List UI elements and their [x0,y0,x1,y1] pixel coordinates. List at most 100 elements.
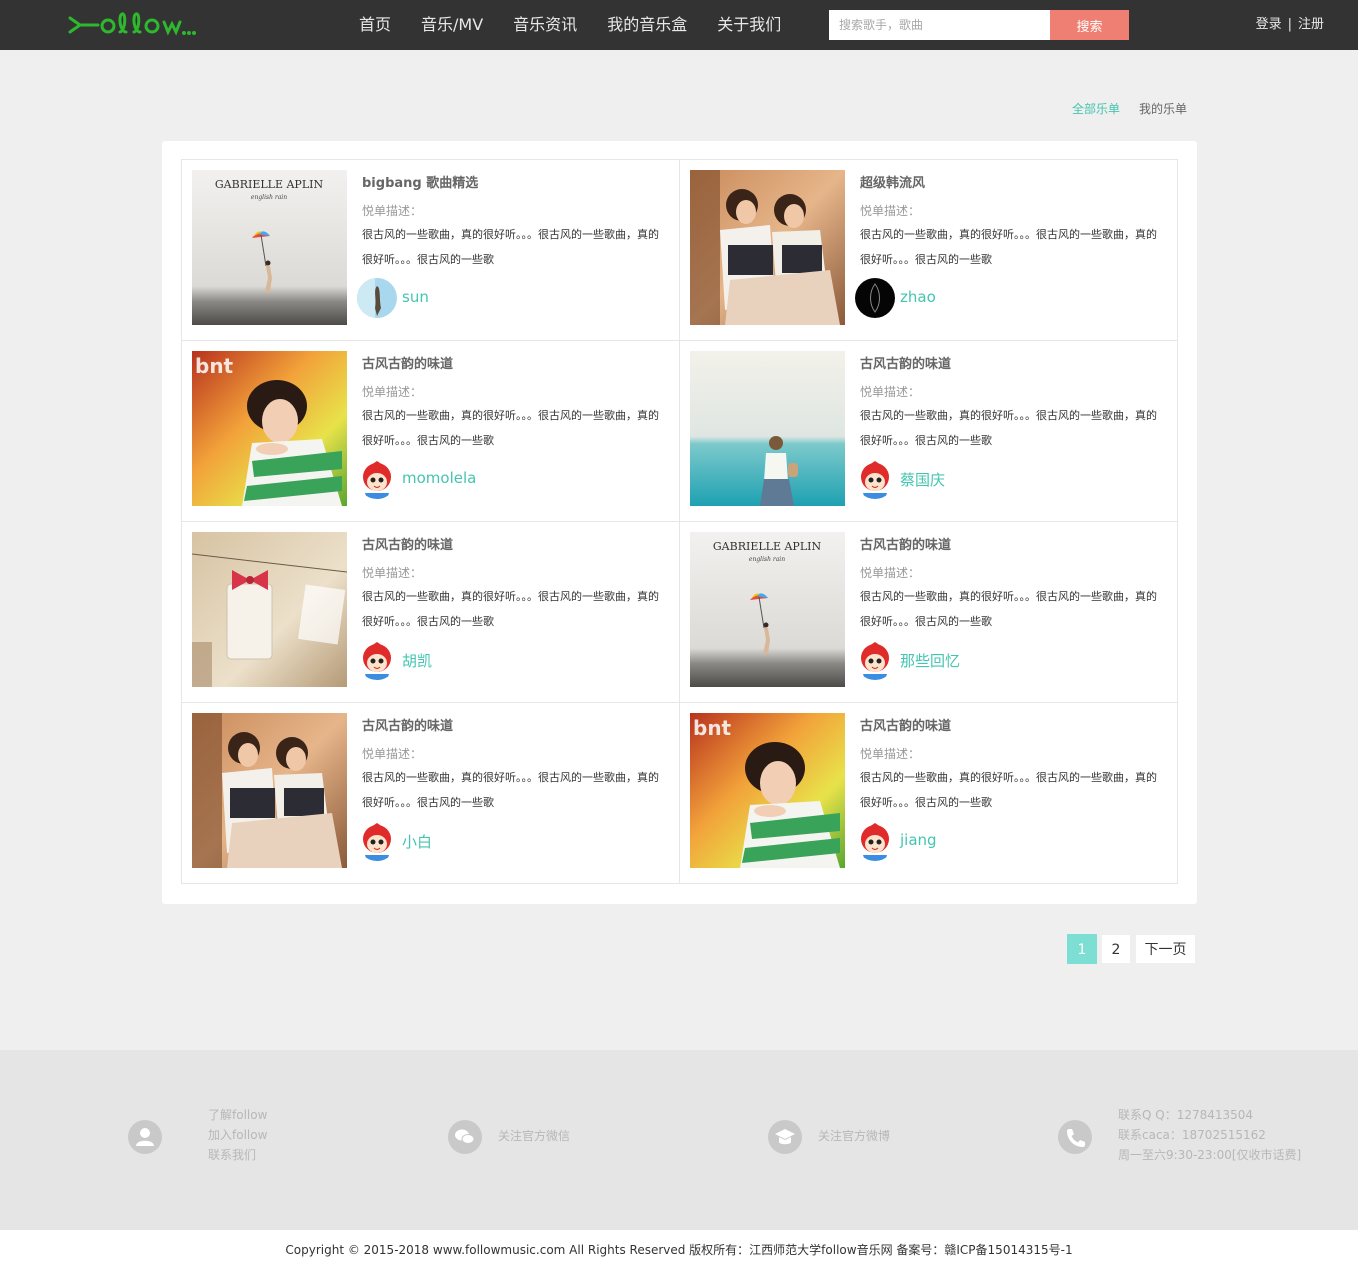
page-1-button[interactable]: 1 [1067,934,1097,964]
playlist-title[interactable]: 古风古韵的味道 [362,534,453,553]
playlist-panel: GABRIELLE APLIN english rain bigbang 歌曲精选悦… [162,141,1197,904]
playlist-description: 很古风的一些歌曲，真的很好听。。。很古风的一些歌曲，真的很好听。。。很古风的一些… [362,771,659,809]
user-name-link[interactable]: momolela [402,469,476,487]
user-avatar[interactable] [357,640,397,680]
playlist-title[interactable]: 古风古韵的味道 [860,353,951,372]
search-input[interactable] [829,10,1050,40]
user-name-link[interactable]: 蔡国庆 [900,469,945,490]
playlist-card[interactable]: 超级韩流风悦单描述： 很古风的一些歌曲，真的很好听。。。很古风的一些歌曲，真的很好… [680,160,1178,341]
copyright-text: Copyright © 2015-2018 www.followmusic.co… [285,1243,1073,1257]
playlist-desc-label: 悦单描述： [860,747,921,761]
join-follow-link[interactable]: 加入follow [208,1128,267,1142]
user-name-link[interactable]: 小白 [402,831,432,852]
playlist-desc-label: 悦单描述： [362,385,423,399]
playlist-title[interactable]: bigbang 歌曲精选 [362,172,478,191]
wechat-icon [448,1120,482,1154]
playlist-card[interactable]: GABRIELLE APLIN english rain 古风古韵的味道悦单描述： 很… [680,522,1178,703]
nav-about-us[interactable]: 关于我们 [702,0,796,50]
playlist-desc-label: 悦单描述： [860,204,921,218]
playlist-cover-image[interactable]: bnt [192,351,347,506]
user-avatar[interactable] [855,640,895,680]
playlist-desc-label: 悦单描述： [362,566,423,580]
playlist-cover-image[interactable]: GABRIELLE APLIN english rain [690,532,845,687]
playlist-desc-label: 悦单描述： [362,204,423,218]
playlist-description: 很古风的一些歌曲，真的很好听。。。很古风的一些歌曲，真的很好听。。。很古风的一些… [860,590,1157,628]
nav-music-mv[interactable]: 音乐/MV [406,0,498,50]
nav-my-music-box[interactable]: 我的音乐盒 [592,0,702,50]
playlist-cover-image[interactable] [690,170,845,325]
playlist-grid: GABRIELLE APLIN english rain bigbang 歌曲精选悦… [181,159,1178,884]
nav-home[interactable]: 首页 [344,0,406,50]
user-name-link[interactable]: 胡凯 [402,650,432,671]
playlist-description: 很古风的一些歌曲，真的很好听。。。很古风的一些歌曲，真的很好听。。。很古风的一些… [860,409,1157,447]
auth-separator: | [1287,17,1292,32]
contact-phone: 联系caca：18702515162 [1118,1128,1266,1142]
playlist-cover-image[interactable] [192,532,347,687]
register-link[interactable]: 注册 [1298,0,1324,50]
user-avatar[interactable] [855,459,895,499]
user-name-link[interactable]: sun [402,288,429,306]
follow-logo[interactable] [68,8,198,42]
playlist-description: 很古风的一些歌曲，真的很好听。。。很古风的一些歌曲，真的很好听。。。很古风的一些… [860,228,1157,266]
cover-bnt-text: bnt [693,716,732,740]
contact-qq: 联系Q Q：1278413504 [1118,1108,1254,1122]
playlist-cover-image[interactable] [690,351,845,506]
next-page-button[interactable]: 下一页 [1135,934,1196,964]
playlist-description: 很古风的一些歌曲，真的很好听。。。很古风的一些歌曲，真的很好听。。。很古风的一些… [362,228,659,266]
playlist-cover-image[interactable]: bnt [690,713,845,868]
playlist-card[interactable]: 古风古韵的味道悦单描述： 很古风的一些歌曲，真的很好听。。。很古风的一些歌曲，真的… [680,341,1178,522]
user-icon [128,1120,162,1154]
wechat-label[interactable]: 关注官方微信 [498,1126,570,1146]
user-avatar[interactable] [855,278,895,318]
user-name-link[interactable]: zhao [900,288,936,306]
main-nav: 首页 音乐/MV 音乐资讯 我的音乐盒 关于我们 [344,0,796,50]
playlist-desc-label: 悦单描述： [860,385,921,399]
cover-artist-text: GABRIELLE APLIN [713,540,822,553]
cover-artist-text: GABRIELLE APLIN [215,178,324,191]
playlist-card[interactable]: bnt 古风古韵的味道悦单描述： 很古风的一些歌曲，真的很好听。。。很古风的一些歌曲… [182,341,680,522]
playlist-title[interactable]: 古风古韵的味道 [860,534,951,553]
weibo-text: 关注官方微博 [818,1129,891,1143]
user-avatar[interactable] [357,821,397,861]
contact-info: 联系Q Q：1278413504 联系caca：18702515162 周一至六… [1118,1105,1301,1165]
nav-music-news[interactable]: 音乐资讯 [498,0,592,50]
phone-icon [1058,1120,1092,1154]
weibo-label[interactable]: 关注官方微博 [818,1126,890,1146]
user-avatar[interactable] [357,278,397,318]
user-avatar[interactable] [855,821,895,861]
tab-my-playlists[interactable]: 我的乐单 [1139,100,1187,117]
top-navigation-bar: 首页 音乐/MV 音乐资讯 我的音乐盒 关于我们 搜索 登录 | 注册 [0,0,1358,50]
playlist-cover-image[interactable]: GABRIELLE APLIN english rain [192,170,347,325]
pagination: 1 2 下一页 [1063,934,1196,964]
weibo-icon [768,1120,802,1154]
footer: 了解follow 加入follow 联系我们 关注官方微信 关注官方微博 联系Q… [0,1050,1358,1230]
playlist-cover-image[interactable] [192,713,347,868]
playlist-title[interactable]: 古风古韵的味道 [860,715,951,734]
wechat-text: 关注官方微信 [498,1129,571,1143]
tab-all-playlists[interactable]: 全部乐单 [1072,100,1120,117]
page-2-button[interactable]: 2 [1101,934,1131,964]
contact-us-link[interactable]: 联系我们 [208,1148,256,1162]
user-name-link[interactable]: 那些回忆 [900,650,960,671]
playlist-card[interactable]: 古风古韵的味道悦单描述： 很古风的一些歌曲，真的很好听。。。很古风的一些歌曲，真的… [182,703,680,884]
copyright-bar: Copyright © 2015-2018 www.followmusic.co… [0,1230,1358,1270]
about-links: 了解follow 加入follow 联系我们 [208,1105,267,1165]
cover-album-text: english rain [749,556,785,563]
about-follow-link[interactable]: 了解follow [208,1108,267,1122]
playlist-description: 很古风的一些歌曲，真的很好听。。。很古风的一些歌曲，真的很好听。。。很古风的一些… [860,771,1157,809]
playlist-title[interactable]: 超级韩流风 [860,172,925,191]
cover-album-text: english rain [251,194,287,201]
playlist-card[interactable]: GABRIELLE APLIN english rain bigbang 歌曲精选悦… [182,160,680,341]
playlist-desc-label: 悦单描述： [860,566,921,580]
user-avatar[interactable] [357,459,397,499]
playlist-description: 很古风的一些歌曲，真的很好听。。。很古风的一些歌曲，真的很好听。。。很古风的一些… [362,409,659,447]
playlist-card[interactable]: bnt 古风古韵的味道悦单描述： 很古风的一些歌曲，真的很好听。。。很古风的一些歌曲… [680,703,1178,884]
playlist-title[interactable]: 古风古韵的味道 [362,715,453,734]
user-name-link[interactable]: jiang [900,831,937,849]
playlist-description: 很古风的一些歌曲，真的很好听。。。很古风的一些歌曲，真的很好听。。。很古风的一些… [362,590,659,628]
playlist-title[interactable]: 古风古韵的味道 [362,353,453,372]
search-button[interactable]: 搜索 [1050,10,1129,40]
playlist-desc-label: 悦单描述： [362,747,423,761]
login-link[interactable]: 登录 [1256,0,1282,50]
playlist-card[interactable]: 古风古韵的味道悦单描述： 很古风的一些歌曲，真的很好听。。。很古风的一些歌曲，真的… [182,522,680,703]
